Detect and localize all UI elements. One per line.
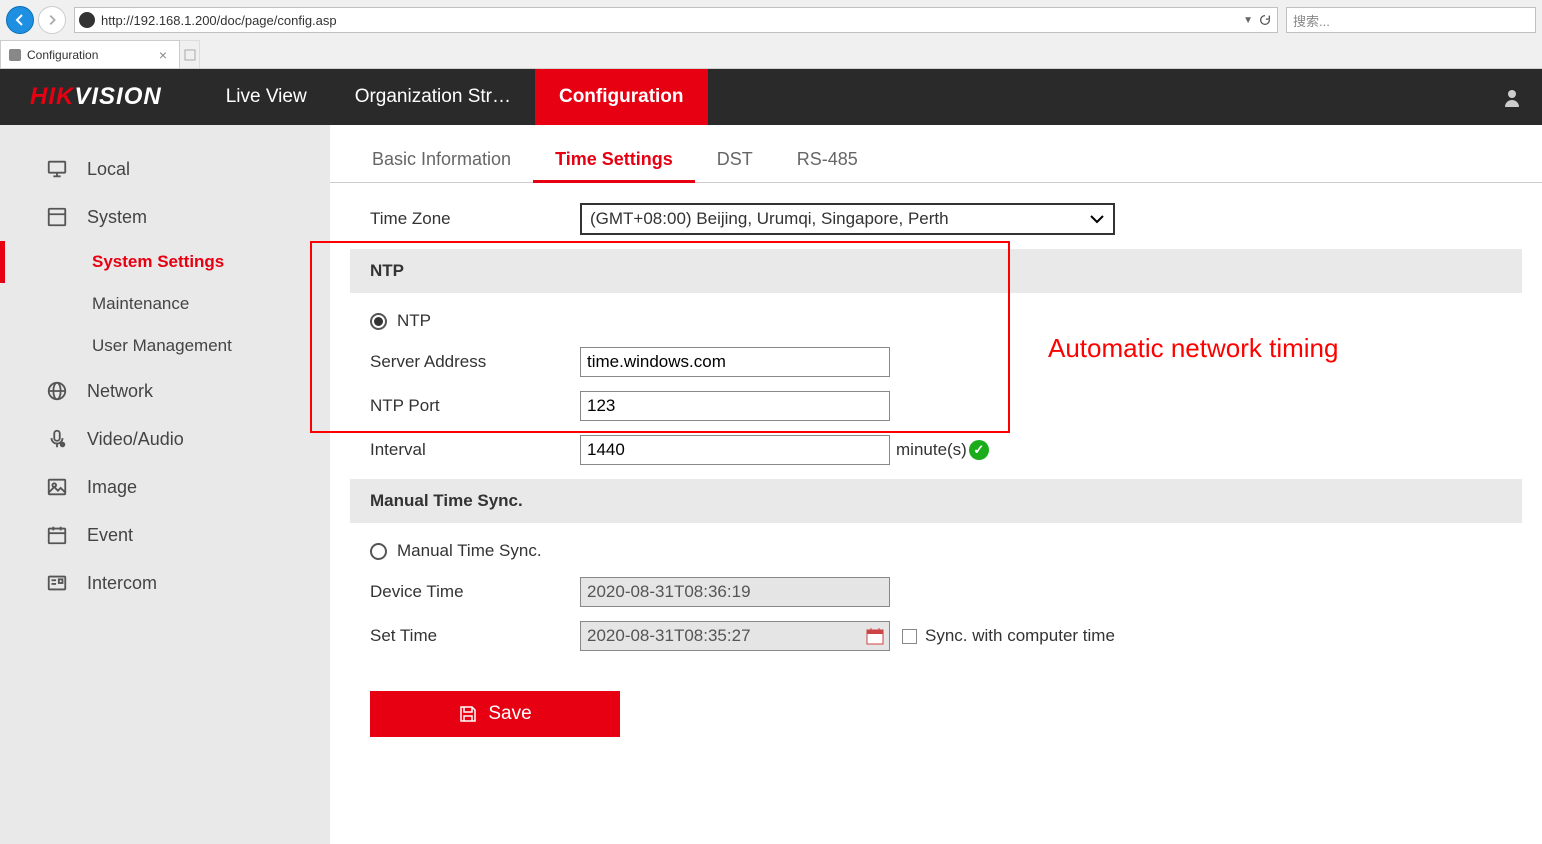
sidebar-item-label: Video/Audio	[87, 429, 184, 450]
timezone-label: Time Zone	[370, 209, 580, 229]
row-set-time: Set Time Sync. with computer time	[370, 621, 1522, 651]
browser-search-input[interactable]: 搜索...	[1286, 7, 1536, 33]
radio-ntp[interactable]	[370, 313, 387, 330]
device-time-label: Device Time	[370, 582, 580, 602]
nav-live-view[interactable]: Live View	[202, 69, 331, 125]
calendar-icon	[45, 523, 69, 547]
row-server-address: Server Address	[370, 347, 1522, 377]
sidebar-sub-user-management[interactable]: User Management	[0, 325, 330, 367]
tab-rs485[interactable]: RS-485	[775, 139, 880, 182]
new-tab-button[interactable]	[180, 40, 200, 68]
section-manual-header: Manual Time Sync.	[350, 479, 1522, 523]
radio-manual[interactable]	[370, 543, 387, 560]
url-text: http://192.168.1.200/doc/page/config.asp	[101, 13, 1243, 28]
interval-input[interactable]	[580, 435, 890, 465]
sidebar-item-network[interactable]: Network	[0, 367, 330, 415]
sidebar-item-label: Network	[87, 381, 153, 402]
check-ok-icon: ✓	[969, 440, 989, 460]
content-area: Basic Information Time Settings DST RS-4…	[330, 125, 1542, 844]
sidebar-sub-system-settings[interactable]: System Settings	[0, 241, 330, 283]
browser-tab-active[interactable]: Configuration ×	[0, 40, 180, 68]
browser-chrome: http://192.168.1.200/doc/page/config.asp…	[0, 0, 1542, 69]
logo: HIKVISION	[0, 83, 192, 111]
tab-basic-information[interactable]: Basic Information	[350, 139, 533, 182]
server-address-label: Server Address	[370, 352, 580, 372]
sidebar-item-label: Event	[87, 525, 133, 546]
tab-title: Configuration	[27, 48, 98, 62]
tab-favicon	[9, 49, 21, 61]
server-address-input[interactable]	[580, 347, 890, 377]
form-area: Time Zone (GMT+08:00) Beijing, Urumqi, S…	[330, 183, 1542, 737]
url-bar[interactable]: http://192.168.1.200/doc/page/config.asp…	[74, 7, 1278, 33]
sidebar-item-label: Local	[87, 159, 130, 180]
sync-computer-checkbox-row[interactable]: Sync. with computer time	[902, 626, 1115, 646]
radio-manual-row[interactable]: Manual Time Sync.	[370, 541, 1522, 561]
chevron-down-icon	[1089, 214, 1105, 224]
mic-icon	[45, 427, 69, 451]
calendar-picker-icon[interactable]	[865, 626, 885, 646]
save-label: Save	[488, 703, 531, 725]
row-device-time: Device Time	[370, 577, 1522, 607]
user-icon[interactable]	[1482, 87, 1542, 107]
nav-organization[interactable]: Organization Str…	[331, 69, 535, 125]
browser-toolbar: http://192.168.1.200/doc/page/config.asp…	[0, 0, 1542, 40]
radio-ntp-label: NTP	[397, 311, 431, 331]
radio-manual-label: Manual Time Sync.	[397, 541, 542, 561]
sidebar-item-label: Image	[87, 477, 137, 498]
sidebar-item-event[interactable]: Event	[0, 511, 330, 559]
sub-tabs: Basic Information Time Settings DST RS-4…	[330, 139, 1542, 183]
sidebar-item-label: System	[87, 207, 147, 228]
device-time-input	[580, 577, 890, 607]
set-time-input[interactable]	[580, 621, 890, 651]
row-ntp-port: NTP Port	[370, 391, 1522, 421]
radio-ntp-row[interactable]: NTP	[370, 311, 1522, 331]
site-icon	[79, 12, 95, 28]
url-dropdown-icon[interactable]: ▼	[1243, 15, 1253, 26]
sidebar-item-intercom[interactable]: Intercom	[0, 559, 330, 607]
sidebar-item-label: Intercom	[87, 573, 157, 594]
sidebar-item-local[interactable]: Local	[0, 145, 330, 193]
annotation-text: Automatic network timing	[1048, 333, 1338, 364]
sync-computer-label: Sync. with computer time	[925, 626, 1115, 646]
intercom-icon	[45, 571, 69, 595]
set-time-label: Set Time	[370, 626, 580, 646]
interval-unit: minute(s)	[896, 440, 967, 460]
ntp-port-label: NTP Port	[370, 396, 580, 416]
ntp-port-input[interactable]	[580, 391, 890, 421]
interval-label: Interval	[370, 440, 580, 460]
system-icon	[45, 205, 69, 229]
back-button[interactable]	[6, 6, 34, 34]
main-nav: Live View Organization Str… Configuratio…	[202, 69, 708, 125]
nav-configuration[interactable]: Configuration	[535, 69, 708, 125]
tab-time-settings[interactable]: Time Settings	[533, 139, 695, 183]
sidebar-item-system[interactable]: System	[0, 193, 330, 241]
sidebar-sub-maintenance[interactable]: Maintenance	[0, 283, 330, 325]
sidebar-item-video-audio[interactable]: Video/Audio	[0, 415, 330, 463]
sidebar-item-image[interactable]: Image	[0, 463, 330, 511]
app-body: Local System System Settings Maintenance…	[0, 125, 1542, 844]
tab-dst[interactable]: DST	[695, 139, 775, 182]
save-button[interactable]: Save	[370, 691, 620, 737]
sidebar: Local System System Settings Maintenance…	[0, 125, 330, 844]
row-timezone: Time Zone (GMT+08:00) Beijing, Urumqi, S…	[370, 203, 1522, 235]
refresh-button[interactable]	[1257, 12, 1273, 28]
globe-icon	[45, 379, 69, 403]
sync-computer-checkbox[interactable]	[902, 629, 917, 644]
monitor-icon	[45, 157, 69, 181]
section-ntp-header: NTP	[350, 249, 1522, 293]
image-icon	[45, 475, 69, 499]
timezone-select[interactable]: (GMT+08:00) Beijing, Urumqi, Singapore, …	[580, 203, 1115, 235]
timezone-value: (GMT+08:00) Beijing, Urumqi, Singapore, …	[590, 209, 949, 229]
save-icon	[458, 704, 478, 724]
row-interval: Interval minute(s) ✓	[370, 435, 1522, 465]
browser-tabs: Configuration ×	[0, 40, 1542, 68]
app-header: HIKVISION Live View Organization Str… Co…	[0, 69, 1542, 125]
forward-button[interactable]	[38, 6, 66, 34]
tab-close-button[interactable]: ×	[155, 47, 171, 63]
